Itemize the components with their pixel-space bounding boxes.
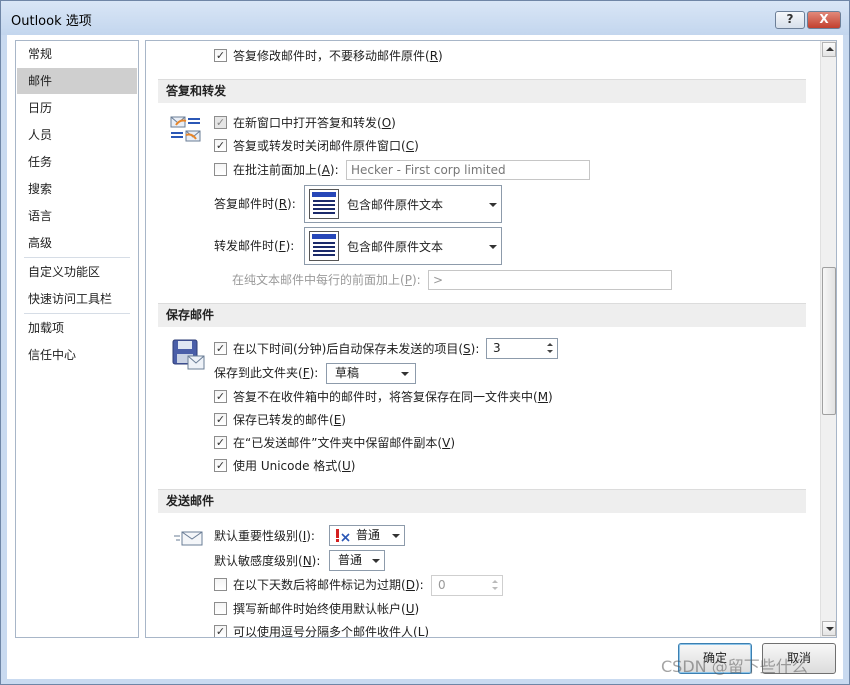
expire-after-checkbox[interactable] (214, 578, 227, 591)
when-replying-dropdown[interactable]: 包含邮件原件文本 (304, 185, 502, 223)
sidebar-divider (24, 313, 130, 314)
stepper-up-icon[interactable] (492, 580, 498, 583)
chevron-down-icon (401, 372, 409, 376)
preface-comments-checkbox[interactable] (214, 163, 227, 176)
arrow-down-icon (826, 627, 834, 631)
save-to-folder-dropdown[interactable]: 草稿 (326, 363, 416, 384)
mail-settings-pane: ✓ 答复修改邮件时，不要移动邮件原件(R) 答复和转发 ✓ 在新窗口中打开答复和… (145, 40, 837, 638)
message-format-thumbnail-icon (309, 189, 339, 219)
always-default-account-checkbox[interactable] (214, 602, 227, 615)
sidebar-item-search[interactable]: 搜索 (17, 176, 137, 202)
watermark-text: CSDN @留下些什么 (661, 657, 808, 676)
chevron-down-icon (489, 203, 497, 207)
category-sidebar: 常规 邮件 日历 人员 任务 搜索 语言 高级 自定义功能区 快速访问工具栏 加… (15, 40, 139, 638)
sidebar-item-add-ins[interactable]: 加载项 (17, 315, 137, 341)
save-messages-header: 保存邮件 (158, 303, 806, 327)
sidebar-item-calendar[interactable]: 日历 (17, 95, 137, 121)
preface-comments-input[interactable]: Hecker - First corp limited (346, 160, 590, 180)
reply-forward-icon (170, 116, 201, 142)
replies-forwards-header: 答复和转发 (158, 79, 806, 103)
sidebar-item-tasks[interactable]: 任务 (17, 149, 137, 175)
plain-text-prefix-input[interactable]: > (428, 270, 672, 290)
expire-days-stepper[interactable]: 0 (431, 575, 503, 596)
stepper-down-icon[interactable] (547, 350, 553, 353)
sidebar-item-advanced[interactable]: 高级 (17, 230, 137, 256)
chevron-down-icon (372, 559, 380, 563)
close-original-checkbox[interactable]: ✓ (214, 139, 227, 152)
sidebar-item-trust-center[interactable]: 信任中心 (17, 342, 137, 368)
scroll-down-button[interactable] (822, 621, 836, 636)
use-unicode-checkbox[interactable]: ✓ (214, 459, 227, 472)
keep-sent-copies-checkbox[interactable]: ✓ (214, 436, 227, 449)
send-envelope-icon (174, 531, 203, 546)
comma-separate-checkbox[interactable]: ✓ (214, 625, 227, 637)
save-disk-icon (172, 339, 205, 370)
pane-scrollbar[interactable] (820, 41, 836, 637)
sidebar-item-quick-access-toolbar[interactable]: 快速访问工具栏 (17, 286, 137, 312)
open-new-window-checkbox[interactable]: ✓ (214, 116, 227, 129)
dont-move-original-checkbox[interactable]: ✓ (214, 49, 227, 62)
stepper-up-icon[interactable] (547, 343, 553, 346)
title-bar: Outlook 选项 ? X (1, 1, 849, 35)
stepper-down-icon[interactable] (492, 587, 498, 590)
message-format-thumbnail-icon (309, 231, 339, 261)
when-forwarding-dropdown[interactable]: 包含邮件原件文本 (304, 227, 502, 265)
sidebar-item-language[interactable]: 语言 (17, 203, 137, 229)
sidebar-item-mail[interactable]: 邮件 (17, 68, 137, 94)
chevron-down-icon (489, 245, 497, 249)
sidebar-divider (24, 257, 130, 258)
sidebar-item-general[interactable]: 常规 (17, 41, 137, 67)
help-button[interactable]: ? (775, 11, 805, 29)
autosave-checkbox[interactable]: ✓ (214, 342, 227, 355)
scroll-up-button[interactable] (822, 42, 836, 57)
dialog-body: 常规 邮件 日历 人员 任务 搜索 语言 高级 自定义功能区 快速访问工具栏 加… (7, 35, 843, 679)
default-sensitivity-dropdown[interactable]: 普通 (329, 550, 385, 571)
save-replies-checkbox[interactable]: ✓ (214, 390, 227, 403)
sidebar-item-people[interactable]: 人员 (17, 122, 137, 148)
autosave-minutes-stepper[interactable]: 3 (486, 338, 558, 359)
scroll-thumb[interactable] (822, 267, 836, 415)
outlook-options-window: Outlook 选项 ? X 常规 邮件 日历 人员 任务 搜索 语言 高级 自… (0, 0, 850, 685)
window-title: Outlook 选项 (11, 14, 92, 29)
arrow-up-icon (826, 47, 834, 51)
save-forwarded-checkbox[interactable]: ✓ (214, 413, 227, 426)
chevron-down-icon (392, 534, 400, 538)
send-messages-header: 发送邮件 (158, 489, 806, 513)
sidebar-item-customize-ribbon[interactable]: 自定义功能区 (17, 259, 137, 285)
close-button[interactable]: X (807, 11, 841, 29)
importance-icon (336, 529, 350, 542)
default-importance-dropdown[interactable]: 普通 (329, 525, 405, 546)
